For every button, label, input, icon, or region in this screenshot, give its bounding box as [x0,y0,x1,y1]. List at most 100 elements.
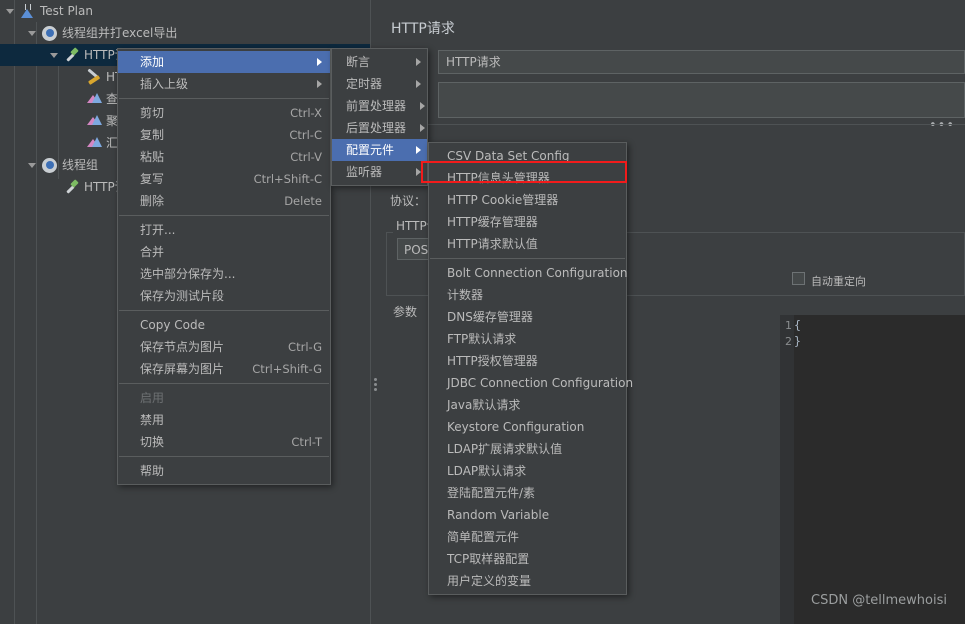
menu-item-shortcut: Ctrl-C [289,128,322,142]
chevron-down-icon[interactable] [26,27,39,40]
menu-item-label: TCP取样器配置 [447,552,530,566]
menu-item-3[interactable]: 剪切 Ctrl-X [118,102,330,124]
checkbox-auto-redirect-label: 自动重定向 [811,275,866,288]
menu-item-11[interactable]: JDBC Connection Configuration [429,372,633,394]
menu-item-22[interactable]: 帮助 [118,460,330,482]
menu-item-19[interactable]: 禁用 [118,409,330,431]
tree-twisty-empty [70,93,83,106]
body-data-editor[interactable]: { } "18252205678" [794,315,965,624]
menu-item-3[interactable]: HTTP缓存管理器 [429,211,626,233]
menu-item-0[interactable]: CSV Data Set Config [429,145,626,167]
menu-item-16[interactable]: 登陆配置元件/素 [429,482,626,504]
tree-item-1[interactable]: 线程组并打excel导出 [0,22,370,44]
chevron-down-icon[interactable] [48,49,61,62]
menu-item-12[interactable]: Java默认请求 [429,394,626,416]
chevron-right-icon [420,124,426,132]
menu-item-label: 简单配置元件 [447,530,520,544]
menu-item-10[interactable]: HTTP授权管理器 [429,350,626,372]
menu-item-13[interactable]: Keystore Configuration [429,416,626,438]
context-menu-add-submenu[interactable]: 断言 定时器 前置处理器后置处理器配置元件监听器 [331,48,428,186]
menu-item-label: 保存节点为图片 [140,340,225,354]
menu-item-20[interactable]: 用户定义的变量 [429,570,626,592]
menu-item-18[interactable]: 启用 [118,387,330,409]
splitter-grip-icon[interactable] [374,378,377,393]
menu-item-4[interactable]: 复制 Ctrl-C [118,124,330,146]
menu-item-label: 监听器 [346,165,383,179]
chevron-right-icon [416,168,421,176]
menu-item-15[interactable]: LDAP默认请求 [429,460,626,482]
element-name-input[interactable]: HTTP请求 [438,50,965,74]
chevron-right-icon [416,146,421,154]
menu-item-1[interactable]: HTTP信息头管理器 [429,167,626,189]
menu-item-label: 启用 [140,391,165,405]
menu-item-20[interactable]: 切换 Ctrl-T [118,431,330,453]
gutter-line-number: 2 [785,335,792,348]
chevron-right-icon [416,58,421,66]
menu-item-2[interactable]: 前置处理器 [332,95,427,117]
menu-item-shortcut: Ctrl-G [288,340,322,354]
menu-item-6[interactable]: Bolt Connection Configuration [429,262,628,284]
protocol-label: 协议： [390,194,427,208]
menu-item-label: 添加 [140,55,165,69]
menu-item-label: 复制 [140,128,165,142]
tree-item-0[interactable]: Test Plan [0,0,370,22]
context-menu-config-elements[interactable]: CSV Data Set Config HTTP信息头管理器 HTTP Cookie… [428,142,633,595]
menu-item-label: 粘贴 [140,150,165,164]
code-brace-open: { [794,318,801,332]
menu-item-17[interactable]: Random Variable [429,504,626,526]
menu-item-5[interactable]: 粘贴 Ctrl-V [118,146,330,168]
menu-item-label: LDAP默认请求 [447,464,527,478]
menu-item-14[interactable]: Copy Code [118,314,330,336]
code-gutter: 12 [780,315,794,624]
params-label: 参数 [393,305,418,319]
menu-item-4[interactable]: HTTP请求默认值 [429,233,626,255]
context-menu-level1[interactable]: 添加插入上级剪切 Ctrl-X 复制 Ctrl-C 粘贴 Ctrl-V 复写 Ctrl+Shi… [117,48,331,485]
menu-item-label: 后置处理器 [346,121,407,135]
menu-item-label: 配置元件 [346,143,395,157]
menu-item-9[interactable]: FTP默认请求 [429,328,626,350]
menu-item-label: DNS缓存管理器 [447,310,533,324]
menu-item-label: HTTP授权管理器 [447,354,538,368]
menu-item-label: FTP默认请求 [447,332,517,346]
menu-item-2[interactable]: HTTP Cookie管理器 [429,189,626,211]
watermark-text: CSDN @tellmewhoisi [811,593,947,608]
menu-item-10[interactable]: 合并 [118,241,330,263]
menu-item-3[interactable]: 后置处理器 [332,117,427,139]
menu-item-5[interactable]: 监听器 [332,161,427,183]
menu-item-18[interactable]: 简单配置元件 [429,526,626,548]
menu-item-label: HTTP Cookie管理器 [447,193,559,207]
chevron-right-icon [420,102,426,110]
menu-item-16[interactable]: 保存屏幕为图片 Ctrl+Shift-G [118,358,330,380]
menu-item-0[interactable]: 断言 [332,51,427,73]
menu-item-7[interactable]: 计数器 [429,284,626,306]
menu-item-label: Random Variable [447,508,550,522]
chevron-right-icon [416,80,421,88]
menu-item-12[interactable]: 保存为测试片段 [118,285,330,307]
menu-item-label: 切换 [140,435,165,449]
chevron-down-icon[interactable] [26,159,39,172]
menu-item-1[interactable]: 定时器 [332,73,427,95]
comment-input[interactable] [438,82,965,118]
menu-item-19[interactable]: TCP取样器配置 [429,548,626,570]
gear-icon [41,25,58,42]
menu-item-label: LDAP扩展请求默认值 [447,442,563,456]
checkbox-auto-redirect[interactable] [792,272,805,285]
menu-item-15[interactable]: 保存节点为图片 Ctrl-G [118,336,330,358]
menu-item-14[interactable]: LDAP扩展请求默认值 [429,438,626,460]
menu-item-label: 选中部分保存为... [140,267,236,281]
menu-separator [119,215,329,216]
menu-item-9[interactable]: 打开... [118,219,330,241]
chart-icon [85,113,102,130]
menu-item-7[interactable]: 删除 Delete [118,190,330,212]
menu-item-8[interactable]: DNS缓存管理器 [429,306,626,328]
menu-separator [119,383,329,384]
menu-item-0[interactable]: 添加 [118,51,330,73]
chevron-down-icon[interactable] [4,5,17,18]
menu-item-6[interactable]: 复写 Ctrl+Shift-C [118,168,330,190]
tools-icon [85,69,102,86]
menu-item-11[interactable]: 选中部分保存为... [118,263,330,285]
menu-item-4[interactable]: 配置元件 [332,139,427,161]
menu-separator [430,258,625,259]
menu-item-1[interactable]: 插入上级 [118,73,330,95]
menu-item-label: CSV Data Set Config [447,149,570,163]
